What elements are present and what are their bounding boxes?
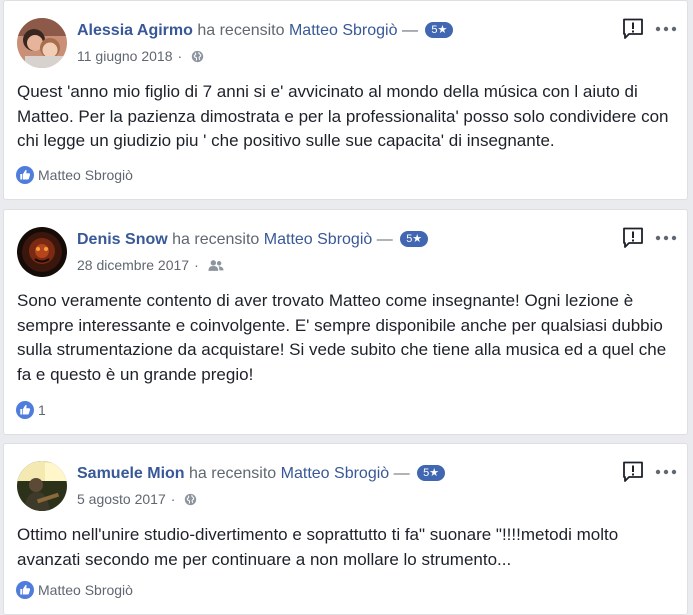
review-meta: 11 giugno 2018 · [77,47,204,67]
meta-separator: · [194,257,199,273]
review-header: Samuele Mion ha recensito Matteo Sbrogiò… [77,464,446,484]
review-verb: ha recensito [197,22,285,39]
friends-icon[interactable] [208,258,224,276]
reviewed-page-link[interactable]: Matteo Sbrogiò [289,22,398,39]
reactions-bar[interactable]: Matteo Sbrogiò [16,165,133,185]
avatar[interactable] [17,461,67,511]
review-verb: ha recensito [172,231,260,248]
review-date[interactable]: 11 giugno 2018 [77,48,173,64]
like-icon [16,166,34,184]
review-text: Sono veramente contento di aver trovato … [17,291,667,384]
review-card: Samuele Mion ha recensito Matteo Sbrogiò… [3,443,688,615]
more-options-icon[interactable] [654,226,678,250]
reviewer-name[interactable]: Alessia Agirmo [77,22,193,39]
header-dash: — [376,231,393,248]
report-icon[interactable] [621,17,645,41]
reaction-summary[interactable]: Matteo Sbrogiò [38,167,133,183]
reviewed-page-link[interactable]: Matteo Sbrogiò [281,465,390,482]
rating-badge[interactable]: 5★ [400,231,429,247]
header-dash: — [401,22,418,39]
rating-badge[interactable]: 5★ [425,22,454,38]
review-verb: ha recensito [189,465,277,482]
review-meta: 5 agosto 2017 · [77,490,197,510]
avatar[interactable] [17,18,67,68]
globe-icon[interactable] [191,49,204,67]
avatar[interactable] [17,227,67,277]
reviewer-name[interactable]: Denis Snow [77,231,168,248]
more-options-icon[interactable] [654,17,678,41]
review-header: Alessia Agirmo ha recensito Matteo Sbrog… [77,21,454,41]
report-icon[interactable] [621,460,645,484]
like-icon [16,401,34,419]
reaction-summary[interactable]: Matteo Sbrogiò [38,582,133,598]
review-text: Ottimo nell'unire studio-divertimento e … [17,525,619,569]
review-card: Alessia Agirmo ha recensito Matteo Sbrog… [3,0,688,200]
reviewer-name[interactable]: Samuele Mion [77,465,185,482]
review-header: Denis Snow ha recensito Matteo Sbrogiò —… [77,230,429,250]
review-date[interactable]: 28 dicembre 2017 [77,257,189,273]
like-icon [16,581,34,599]
reactions-bar[interactable]: Matteo Sbrogiò [16,580,133,600]
rating-badge[interactable]: 5★ [417,465,446,481]
meta-separator: · [170,491,176,507]
more-options-icon[interactable] [654,460,678,484]
reaction-count[interactable]: 1 [38,402,46,418]
review-meta: 28 dicembre 2017 · [77,256,224,276]
reviewed-page-link[interactable]: Matteo Sbrogiò [264,231,373,248]
report-icon[interactable] [621,226,645,250]
review-date[interactable]: 5 agosto 2017 [77,491,166,507]
review-card: Denis Snow ha recensito Matteo Sbrogiò —… [3,209,688,435]
header-dash: — [393,465,410,482]
reactions-bar[interactable]: 1 [16,400,46,420]
globe-icon[interactable] [184,492,197,510]
meta-separator: · [177,48,183,64]
review-text: Quest 'anno mio figlio di 7 anni si e' a… [17,82,669,150]
